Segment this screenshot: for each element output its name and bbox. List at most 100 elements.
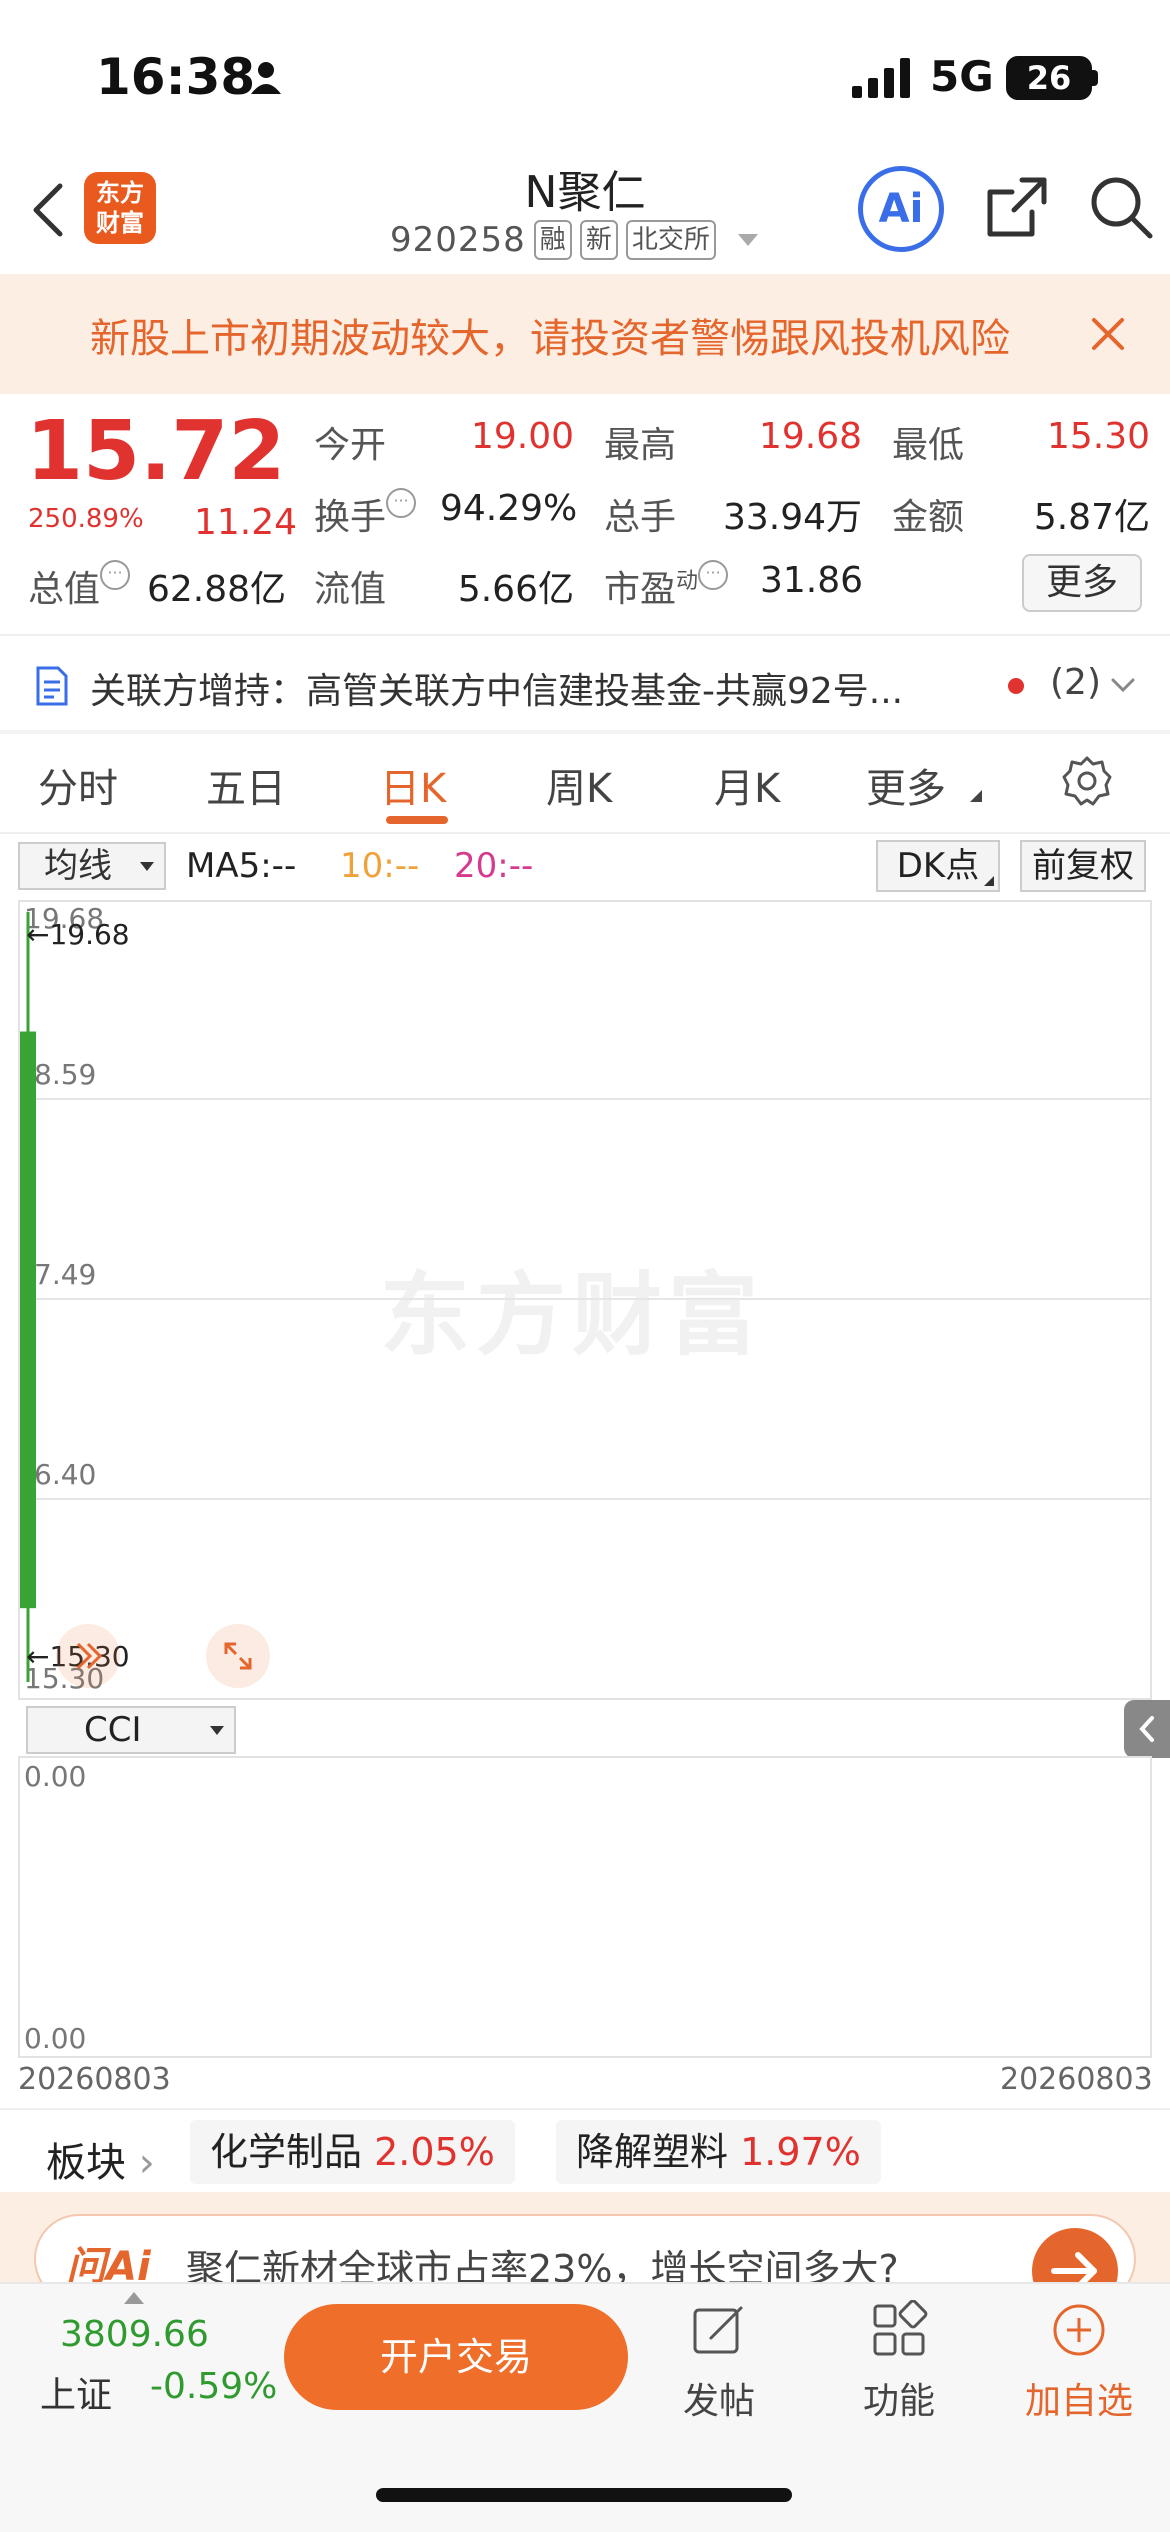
dk-label: DK点 bbox=[896, 846, 980, 886]
total-mv-value: 62.88亿 bbox=[146, 569, 286, 610]
turnover-value: 94.29% bbox=[440, 488, 578, 529]
nav-post[interactable]: 发帖 bbox=[654, 2300, 784, 2424]
tab-intraday[interactable]: 分时 bbox=[38, 756, 118, 814]
index-value[interactable]: 3809.66 bbox=[60, 2314, 209, 2355]
last-price: 15.72 bbox=[26, 404, 286, 499]
high-marker: ←19.68 bbox=[26, 918, 130, 951]
index-name[interactable]: 上证 bbox=[40, 2366, 112, 2418]
open-account-trade-button[interactable]: 开户交易 bbox=[284, 2304, 628, 2410]
candle-body bbox=[20, 1031, 36, 1609]
pe-label: 市盈动 ··· bbox=[604, 560, 729, 612]
sector-row: 板块 › 化学制品 2.05% 降解塑料 1.97% bbox=[0, 2108, 1170, 2192]
index-change[interactable]: -0.59% bbox=[150, 2366, 277, 2407]
sector-chip[interactable]: 化学制品 2.05% bbox=[190, 2120, 515, 2184]
tab-five-day[interactable]: 五日 bbox=[206, 756, 286, 814]
high-label: 最高 bbox=[604, 425, 677, 466]
document-icon bbox=[36, 666, 68, 706]
ma10-value: 10:-- bbox=[340, 846, 420, 886]
battery-level: 26 bbox=[1006, 56, 1092, 100]
open-value: 19.00 bbox=[470, 416, 574, 457]
plus-circle-icon bbox=[1053, 2304, 1105, 2356]
chevron-right-icon: › bbox=[138, 2140, 155, 2186]
home-indicator bbox=[376, 2488, 792, 2502]
ma5-value: MA5:-- bbox=[186, 846, 297, 886]
unread-dot bbox=[1008, 678, 1024, 694]
edit-icon bbox=[693, 2306, 743, 2354]
collapse-icon[interactable] bbox=[56, 1624, 120, 1688]
share-icon[interactable] bbox=[982, 172, 1052, 242]
active-tab-indicator bbox=[386, 816, 448, 824]
tab-more[interactable]: 更多 bbox=[866, 756, 946, 814]
stock-code: 920258 bbox=[390, 220, 526, 260]
float-mv-value: 5.66亿 bbox=[457, 569, 574, 610]
close-icon[interactable] bbox=[1088, 314, 1128, 354]
more-button[interactable]: 更多 bbox=[1022, 554, 1142, 612]
high-value: 19.68 bbox=[758, 416, 862, 457]
gear-icon[interactable] bbox=[1060, 754, 1114, 808]
corner-caret-icon bbox=[984, 876, 994, 886]
stock-name[interactable]: N聚仁 bbox=[400, 156, 770, 220]
total-mv-label-text: 总值 bbox=[28, 569, 101, 610]
nav-functions-label: 功能 bbox=[862, 2381, 935, 2422]
volume-value: 33.94万 bbox=[722, 497, 862, 538]
ai-button[interactable]: Ai bbox=[858, 166, 944, 252]
ma-select-label: 均线 bbox=[44, 846, 112, 886]
info-icon[interactable]: ··· bbox=[698, 560, 729, 590]
indicator-select-label: CCI bbox=[84, 1710, 142, 1750]
ma-select[interactable]: 均线 bbox=[18, 842, 166, 890]
x-date-end: 20260803 bbox=[1000, 2062, 1153, 2097]
tab-daily-k[interactable]: 日K bbox=[380, 756, 446, 814]
sector-name: 降解塑料 bbox=[576, 2130, 729, 2174]
ma20-value: 20:-- bbox=[454, 846, 534, 886]
sector-label-text: 板块 bbox=[46, 2140, 126, 2186]
related-news-row[interactable]: 关联方增持：高管关联方中信建投基金-共赢92号... (2) bbox=[0, 634, 1170, 730]
indicator-header: CCI bbox=[18, 1700, 1170, 1758]
x-date-start: 20260803 bbox=[18, 2062, 171, 2097]
dropdown-arrow-icon bbox=[140, 862, 154, 871]
nav-add-watchlist-label: 加自选 bbox=[1024, 2381, 1133, 2422]
amount-label: 金额 bbox=[892, 497, 965, 538]
dk-point-button[interactable]: DK点 bbox=[876, 840, 1000, 892]
battery-tip bbox=[1092, 70, 1098, 86]
back-icon[interactable] bbox=[28, 180, 68, 240]
chevron-down-icon bbox=[737, 234, 758, 246]
expand-icon[interactable] bbox=[206, 1624, 270, 1688]
turnover-label: 换手 ··· bbox=[314, 488, 417, 540]
network-type: 5G bbox=[930, 52, 994, 101]
sector-pct: 2.05% bbox=[374, 2130, 495, 2174]
nav-functions[interactable]: 功能 bbox=[834, 2299, 964, 2424]
search-icon[interactable] bbox=[1086, 172, 1156, 242]
dropdown-arrow-icon bbox=[210, 1726, 224, 1735]
kline-chart[interactable]: 东方财富 19.68 8.59 7.49 6.40 15.30 ←19.68 ←… bbox=[18, 900, 1152, 1700]
tab-monthly-k[interactable]: 月K bbox=[714, 756, 780, 814]
open-label: 今开 bbox=[314, 425, 387, 466]
low-value: 15.30 bbox=[1046, 416, 1150, 457]
side-panel-toggle[interactable] bbox=[1124, 1700, 1170, 1758]
pe-value: 31.86 bbox=[760, 560, 864, 601]
stock-code-row[interactable]: 920258 融 新 北交所 bbox=[390, 218, 790, 262]
related-news-text: 关联方增持：高管关联方中信建投基金-共赢92号... bbox=[90, 671, 904, 712]
candle-layer bbox=[20, 912, 36, 1682]
tab-weekly-k[interactable]: 周K bbox=[546, 756, 612, 814]
signal-icon bbox=[852, 58, 910, 98]
nav-add-watchlist[interactable]: 加自选 bbox=[1014, 2300, 1144, 2424]
change-percent: 250.89% bbox=[28, 504, 144, 534]
pe-label-text: 市盈 bbox=[604, 569, 677, 610]
sector-pct: 1.97% bbox=[740, 2130, 861, 2174]
tag-new: 新 bbox=[579, 220, 618, 260]
tag-margin: 融 bbox=[533, 220, 572, 260]
chevron-down-icon[interactable] bbox=[1110, 672, 1136, 698]
sector-chip[interactable]: 降解塑料 1.97% bbox=[556, 2120, 881, 2184]
info-icon[interactable]: ··· bbox=[100, 560, 131, 590]
sector-label[interactable]: 板块 › bbox=[46, 2130, 155, 2188]
caret-up-icon bbox=[124, 2292, 144, 2304]
indicator-chart[interactable]: 0.00 0.00 bbox=[18, 1756, 1152, 2058]
pe-sup: 动 bbox=[676, 569, 699, 594]
person-icon bbox=[251, 62, 281, 94]
indicator-select[interactable]: CCI bbox=[26, 1706, 236, 1754]
adjust-button[interactable]: 前复权 bbox=[1020, 840, 1146, 892]
total-mv-label: 总值 ··· bbox=[28, 560, 131, 612]
app-logo[interactable]: 东方 财富 bbox=[84, 172, 156, 244]
info-icon[interactable]: ··· bbox=[386, 488, 417, 518]
chart-period-tabs: 分时 五日 日K 周K 月K 更多 bbox=[0, 734, 1170, 834]
